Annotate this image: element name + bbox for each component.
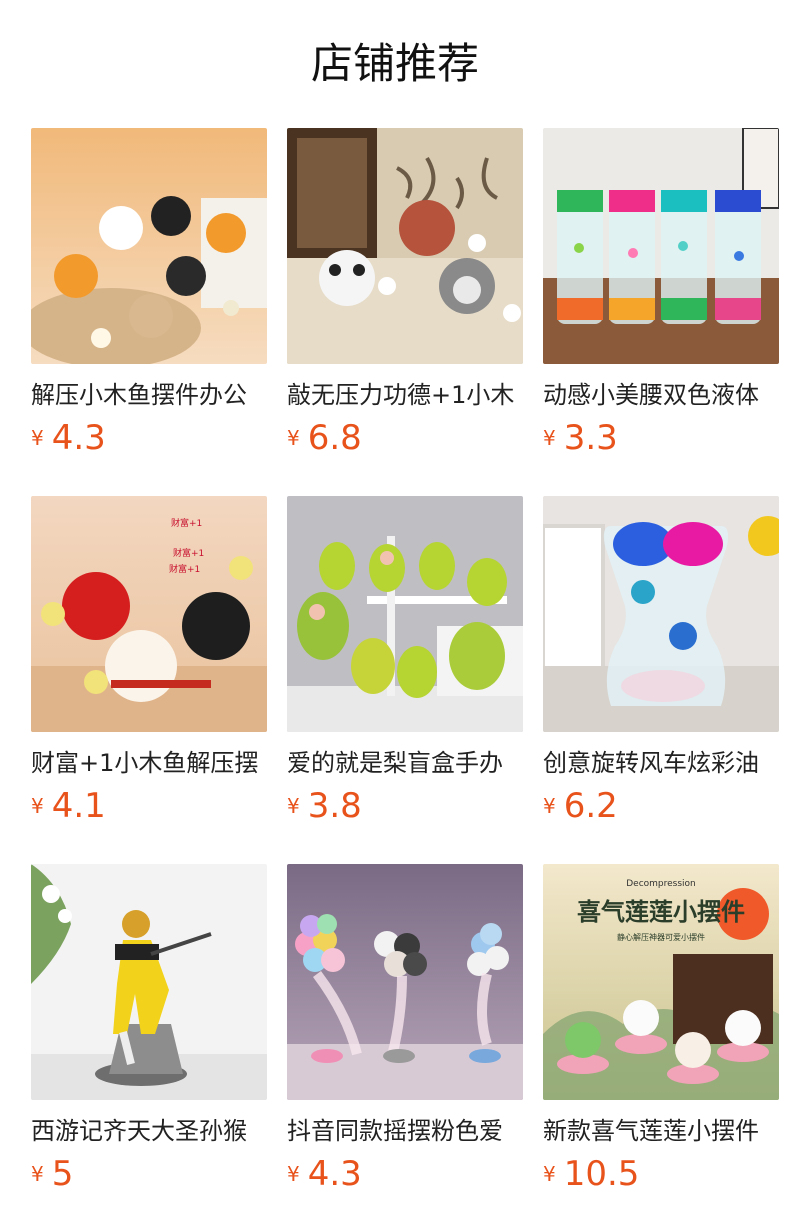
image-caption: 财富+1 bbox=[171, 517, 202, 529]
product-image[interactable] bbox=[31, 128, 267, 364]
currency-symbol: ¥ bbox=[287, 794, 300, 818]
price-value: 6.8 bbox=[307, 418, 362, 458]
price-value: 4.1 bbox=[51, 786, 106, 826]
currency-symbol: ¥ bbox=[543, 1162, 556, 1186]
product-image[interactable] bbox=[287, 128, 523, 364]
currency-symbol: ¥ bbox=[543, 426, 556, 450]
product-card[interactable]: 解压小木鱼摆件办公 ¥4.3 bbox=[31, 128, 267, 458]
product-image[interactable]: Decompression 喜气莲莲小摆件 静心解压神器可爱小摆件 bbox=[543, 864, 779, 1100]
product-image[interactable]: 财富+1 财富+1 财富+1 bbox=[31, 496, 267, 732]
product-card[interactable]: 财富+1 财富+1 财富+1 财富+1小木鱼解压摆 ¥4.1 bbox=[31, 496, 267, 826]
currency-symbol: ¥ bbox=[31, 1162, 44, 1186]
product-name[interactable]: 敲无压力功德+1小木 bbox=[287, 378, 523, 412]
product-price: ¥3.3 bbox=[543, 416, 618, 460]
currency-symbol: ¥ bbox=[31, 426, 44, 450]
product-name[interactable]: 创意旋转风车炫彩油 bbox=[543, 746, 779, 780]
currency-symbol: ¥ bbox=[31, 794, 44, 818]
product-image[interactable] bbox=[31, 864, 267, 1100]
price-value: 6.2 bbox=[563, 786, 618, 826]
product-price: ¥3.8 bbox=[287, 784, 362, 828]
price-value: 3.8 bbox=[307, 786, 362, 826]
product-card[interactable]: 动感小美腰双色液体 ¥3.3 bbox=[543, 128, 779, 458]
product-name[interactable]: 新款喜气莲莲小摆件 bbox=[543, 1114, 779, 1148]
product-name[interactable]: 爱的就是梨盲盒手办 bbox=[287, 746, 523, 780]
product-price: ¥4.1 bbox=[31, 784, 106, 828]
product-name[interactable]: 抖音同款摇摆粉色爱 bbox=[287, 1114, 523, 1148]
product-image[interactable] bbox=[287, 864, 523, 1100]
image-caption: 财富+1 bbox=[169, 563, 200, 575]
currency-symbol: ¥ bbox=[287, 1162, 300, 1186]
currency-symbol: ¥ bbox=[287, 426, 300, 450]
product-image[interactable] bbox=[543, 128, 779, 364]
product-name[interactable]: 动感小美腰双色液体 bbox=[543, 378, 779, 412]
product-name[interactable]: 财富+1小木鱼解压摆 bbox=[31, 746, 267, 780]
product-card[interactable]: 抖音同款摇摆粉色爱 ¥4.3 bbox=[287, 864, 523, 1194]
product-price: ¥6.2 bbox=[543, 784, 618, 828]
price-value: 4.3 bbox=[307, 1154, 362, 1194]
image-caption: 静心解压神器可爱小摆件 bbox=[617, 932, 705, 942]
product-name[interactable]: 解压小木鱼摆件办公 bbox=[31, 378, 267, 412]
product-image[interactable] bbox=[287, 496, 523, 732]
product-card[interactable]: Decompression 喜气莲莲小摆件 静心解压神器可爱小摆件 新款喜气莲莲… bbox=[543, 864, 779, 1194]
price-value: 10.5 bbox=[563, 1154, 640, 1194]
image-caption: Decompression bbox=[626, 879, 696, 889]
product-image[interactable] bbox=[543, 496, 779, 732]
image-caption: 财富+1 bbox=[173, 547, 204, 559]
image-caption: 喜气莲莲小摆件 bbox=[577, 898, 745, 926]
price-value: 5 bbox=[51, 1154, 74, 1194]
product-card[interactable]: 西游记齐天大圣孙猴 ¥5 bbox=[31, 864, 267, 1194]
product-card[interactable]: 敲无压力功德+1小木 ¥6.8 bbox=[287, 128, 523, 458]
price-value: 3.3 bbox=[563, 418, 618, 458]
product-price: ¥6.8 bbox=[287, 416, 362, 460]
product-price: ¥5 bbox=[31, 1152, 73, 1196]
currency-symbol: ¥ bbox=[543, 794, 556, 818]
product-name[interactable]: 西游记齐天大圣孙猴 bbox=[31, 1114, 267, 1148]
product-price: ¥4.3 bbox=[287, 1152, 362, 1196]
product-card[interactable]: 爱的就是梨盲盒手办 ¥3.8 bbox=[287, 496, 523, 826]
recommended-products-grid: 解压小木鱼摆件办公 ¥4.3 敲无压力功德+1小木 ¥6.8 动感小美腰双色液体… bbox=[0, 0, 790, 1232]
price-value: 4.3 bbox=[51, 418, 106, 458]
product-price: ¥10.5 bbox=[543, 1152, 639, 1196]
product-price: ¥4.3 bbox=[31, 416, 106, 460]
product-card[interactable]: 创意旋转风车炫彩油 ¥6.2 bbox=[543, 496, 779, 826]
